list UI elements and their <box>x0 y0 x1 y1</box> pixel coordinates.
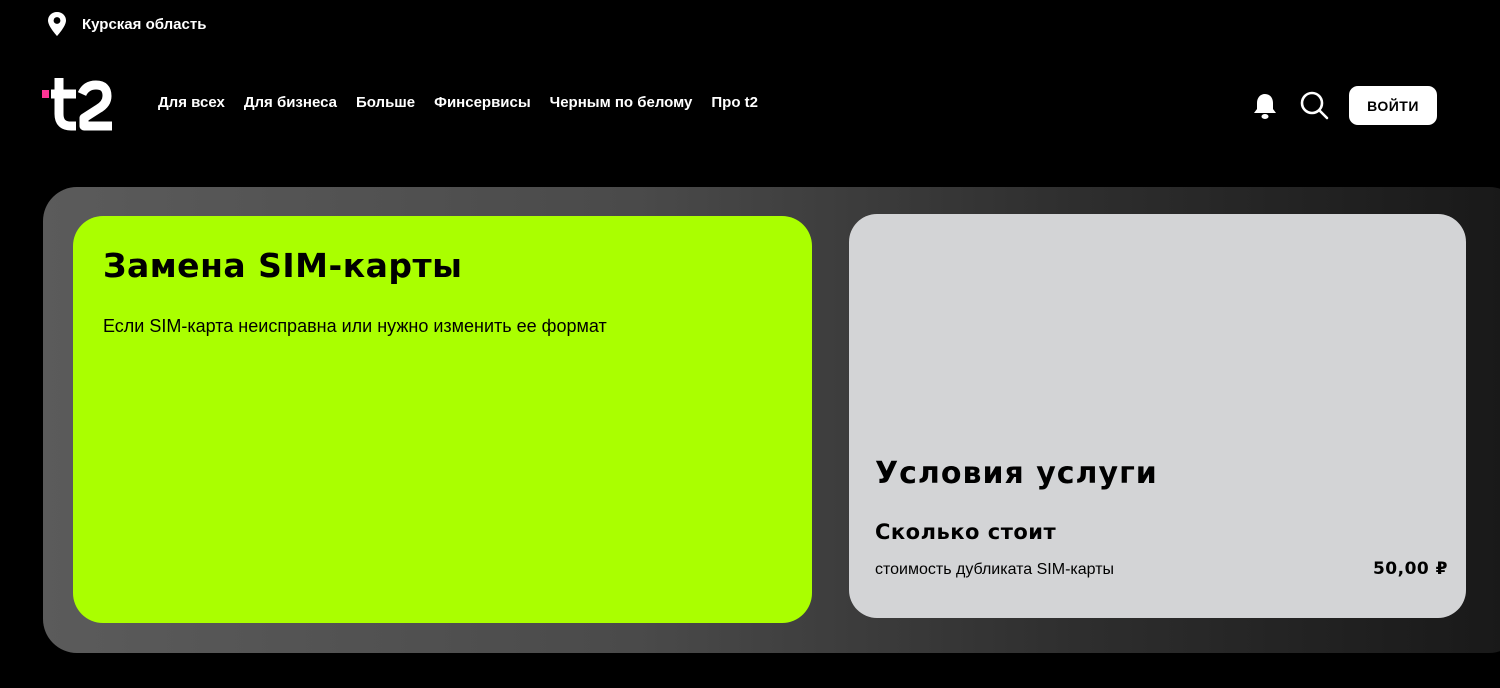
hero-card: Замена SIM-карты Если SIM-карта неисправ… <box>73 216 812 623</box>
login-button[interactable]: ВОЙТИ <box>1349 86 1437 125</box>
page-title: Замена SIM-карты <box>103 246 463 285</box>
cost-heading: Сколько стоит <box>875 520 1057 544</box>
bell-icon[interactable] <box>1252 92 1278 120</box>
nav-item-about[interactable]: Про t2 <box>711 94 758 111</box>
price-item-label: стоимость дубликата SIM-карты <box>875 561 1115 578</box>
site-header: Для всех Для бизнеса Больше Финсервисы Ч… <box>40 70 1440 134</box>
conditions-card: Условия услуги Сколько стоит стоимость д… <box>849 214 1466 618</box>
conditions-title: Условия услуги <box>875 456 1158 491</box>
main-nav: Для всех Для бизнеса Больше Финсервисы Ч… <box>158 94 758 111</box>
nav-item-black-on-white[interactable]: Черным по белому <box>550 94 693 111</box>
nav-item-for-all[interactable]: Для всех <box>158 94 225 111</box>
region-label[interactable]: Курская область <box>82 16 206 33</box>
search-icon[interactable] <box>1299 90 1329 120</box>
nav-item-business[interactable]: Для бизнеса <box>244 94 337 111</box>
price-item-value: 50,00 ₽ <box>1372 559 1448 579</box>
location-pin-icon <box>48 12 66 36</box>
nav-item-more[interactable]: Больше <box>356 94 415 111</box>
region-selector[interactable]: Курская область <box>46 10 206 38</box>
t2-logo[interactable] <box>40 74 116 132</box>
nav-item-finservices[interactable]: Финсервисы <box>434 94 531 111</box>
page-subtitle: Если SIM-карта неисправна или нужно изме… <box>103 316 607 336</box>
